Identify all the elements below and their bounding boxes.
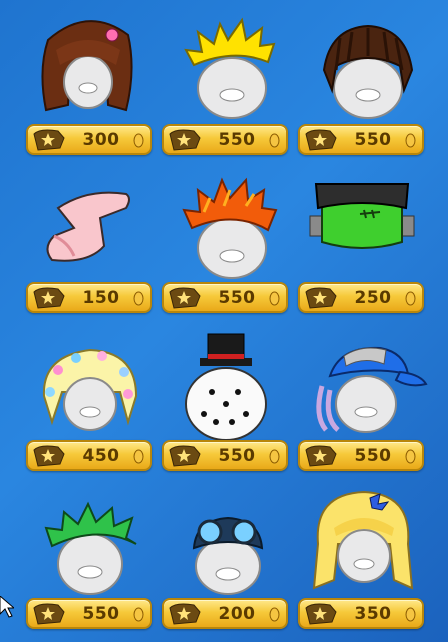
member-star-badge-icon [305,129,337,151]
price-tag[interactable]: 300 [26,124,152,155]
catalog-item-brown-dreadlocks[interactable]: 550 [298,10,440,160]
green-hair-item-icon [44,501,137,595]
snowman-head-item-icon [185,333,267,441]
coin-icon [133,291,144,306]
price-tag[interactable]: 550 [162,440,288,471]
catalog-item-blonde-flower-hair[interactable]: 450 [26,326,168,476]
catalog-item-green-spiky-hair[interactable]: 550 [26,484,168,634]
catalog-item-long-blonde-hair[interactable]: 350 [298,484,440,634]
catalog-item-pink-sock-hat[interactable]: 150 [26,168,168,318]
member-star-badge-icon [33,129,65,151]
catalog-item-aviator-goggles[interactable]: 200 [162,484,304,634]
red-hair-item-icon [182,177,278,279]
coin-icon [269,449,280,464]
price-amount: 250 [354,288,392,308]
member-star-badge-icon [33,287,65,309]
price-tag[interactable]: 350 [298,598,424,629]
price-amount: 150 [82,288,120,308]
price-amount: 550 [218,446,256,466]
dreadlocks-item-icon [322,24,414,119]
price-amount: 550 [82,604,120,624]
blonde-flower-hair-item-icon [42,348,138,431]
member-star-badge-icon [305,287,337,309]
price-amount: 550 [354,446,392,466]
price-tag[interactable]: 250 [298,282,424,313]
member-star-badge-icon [33,445,65,467]
price-tag[interactable]: 550 [298,440,424,471]
coin-icon [269,291,280,306]
price-tag[interactable]: 150 [26,282,152,313]
price-tag[interactable]: 550 [162,282,288,313]
catalog-item-snowman-head[interactable]: 550 [162,326,304,476]
price-amount: 300 [82,130,120,150]
catalog-item-frankenstein-head[interactable]: 250 [298,168,440,318]
coin-icon [269,607,280,622]
price-amount: 550 [218,130,256,150]
price-amount: 550 [354,130,392,150]
member-star-badge-icon [169,129,201,151]
price-amount: 200 [218,604,256,624]
catalog-item-yellow-spiky-hair[interactable]: 550 [162,10,304,160]
mouse-cursor-icon [0,596,14,618]
coin-icon [405,449,416,464]
catalog-item-red-spiky-hair[interactable]: 550 [162,168,304,318]
yellow-hair-item-icon [184,17,276,119]
price-amount: 450 [82,446,120,466]
member-star-badge-icon [169,445,201,467]
pink-sock-hat-item-icon [46,191,130,262]
price-tag[interactable]: 550 [26,598,152,629]
member-star-badge-icon [305,603,337,625]
price-amount: 550 [218,288,256,308]
blue-cap-hair-item-icon [316,346,428,433]
coin-icon [405,607,416,622]
coin-icon [133,449,144,464]
coin-icon [269,133,280,148]
brown-hair-item-icon [41,20,133,112]
aviator-goggles-item-icon [192,516,264,595]
catalog-item-blue-cap-hair[interactable]: 550 [298,326,440,476]
coin-icon [405,133,416,148]
member-star-badge-icon [169,287,201,309]
frankenstein-head-item-icon [309,183,415,249]
catalog-grid: 300 550 550 150 550 250 450 550 550 550 … [0,0,448,642]
price-tag[interactable]: 200 [162,598,288,629]
price-tag[interactable]: 450 [26,440,152,471]
member-star-badge-icon [169,603,201,625]
member-star-badge-icon [33,603,65,625]
coin-icon [133,607,144,622]
price-tag[interactable]: 550 [162,124,288,155]
coin-icon [405,291,416,306]
member-star-badge-icon [305,445,337,467]
price-amount: 350 [354,604,392,624]
long-blonde-hair-item-icon [312,490,414,590]
price-tag[interactable]: 550 [298,124,424,155]
catalog-item-brown-long-hair[interactable]: 300 [26,10,168,160]
coin-icon [133,133,144,148]
